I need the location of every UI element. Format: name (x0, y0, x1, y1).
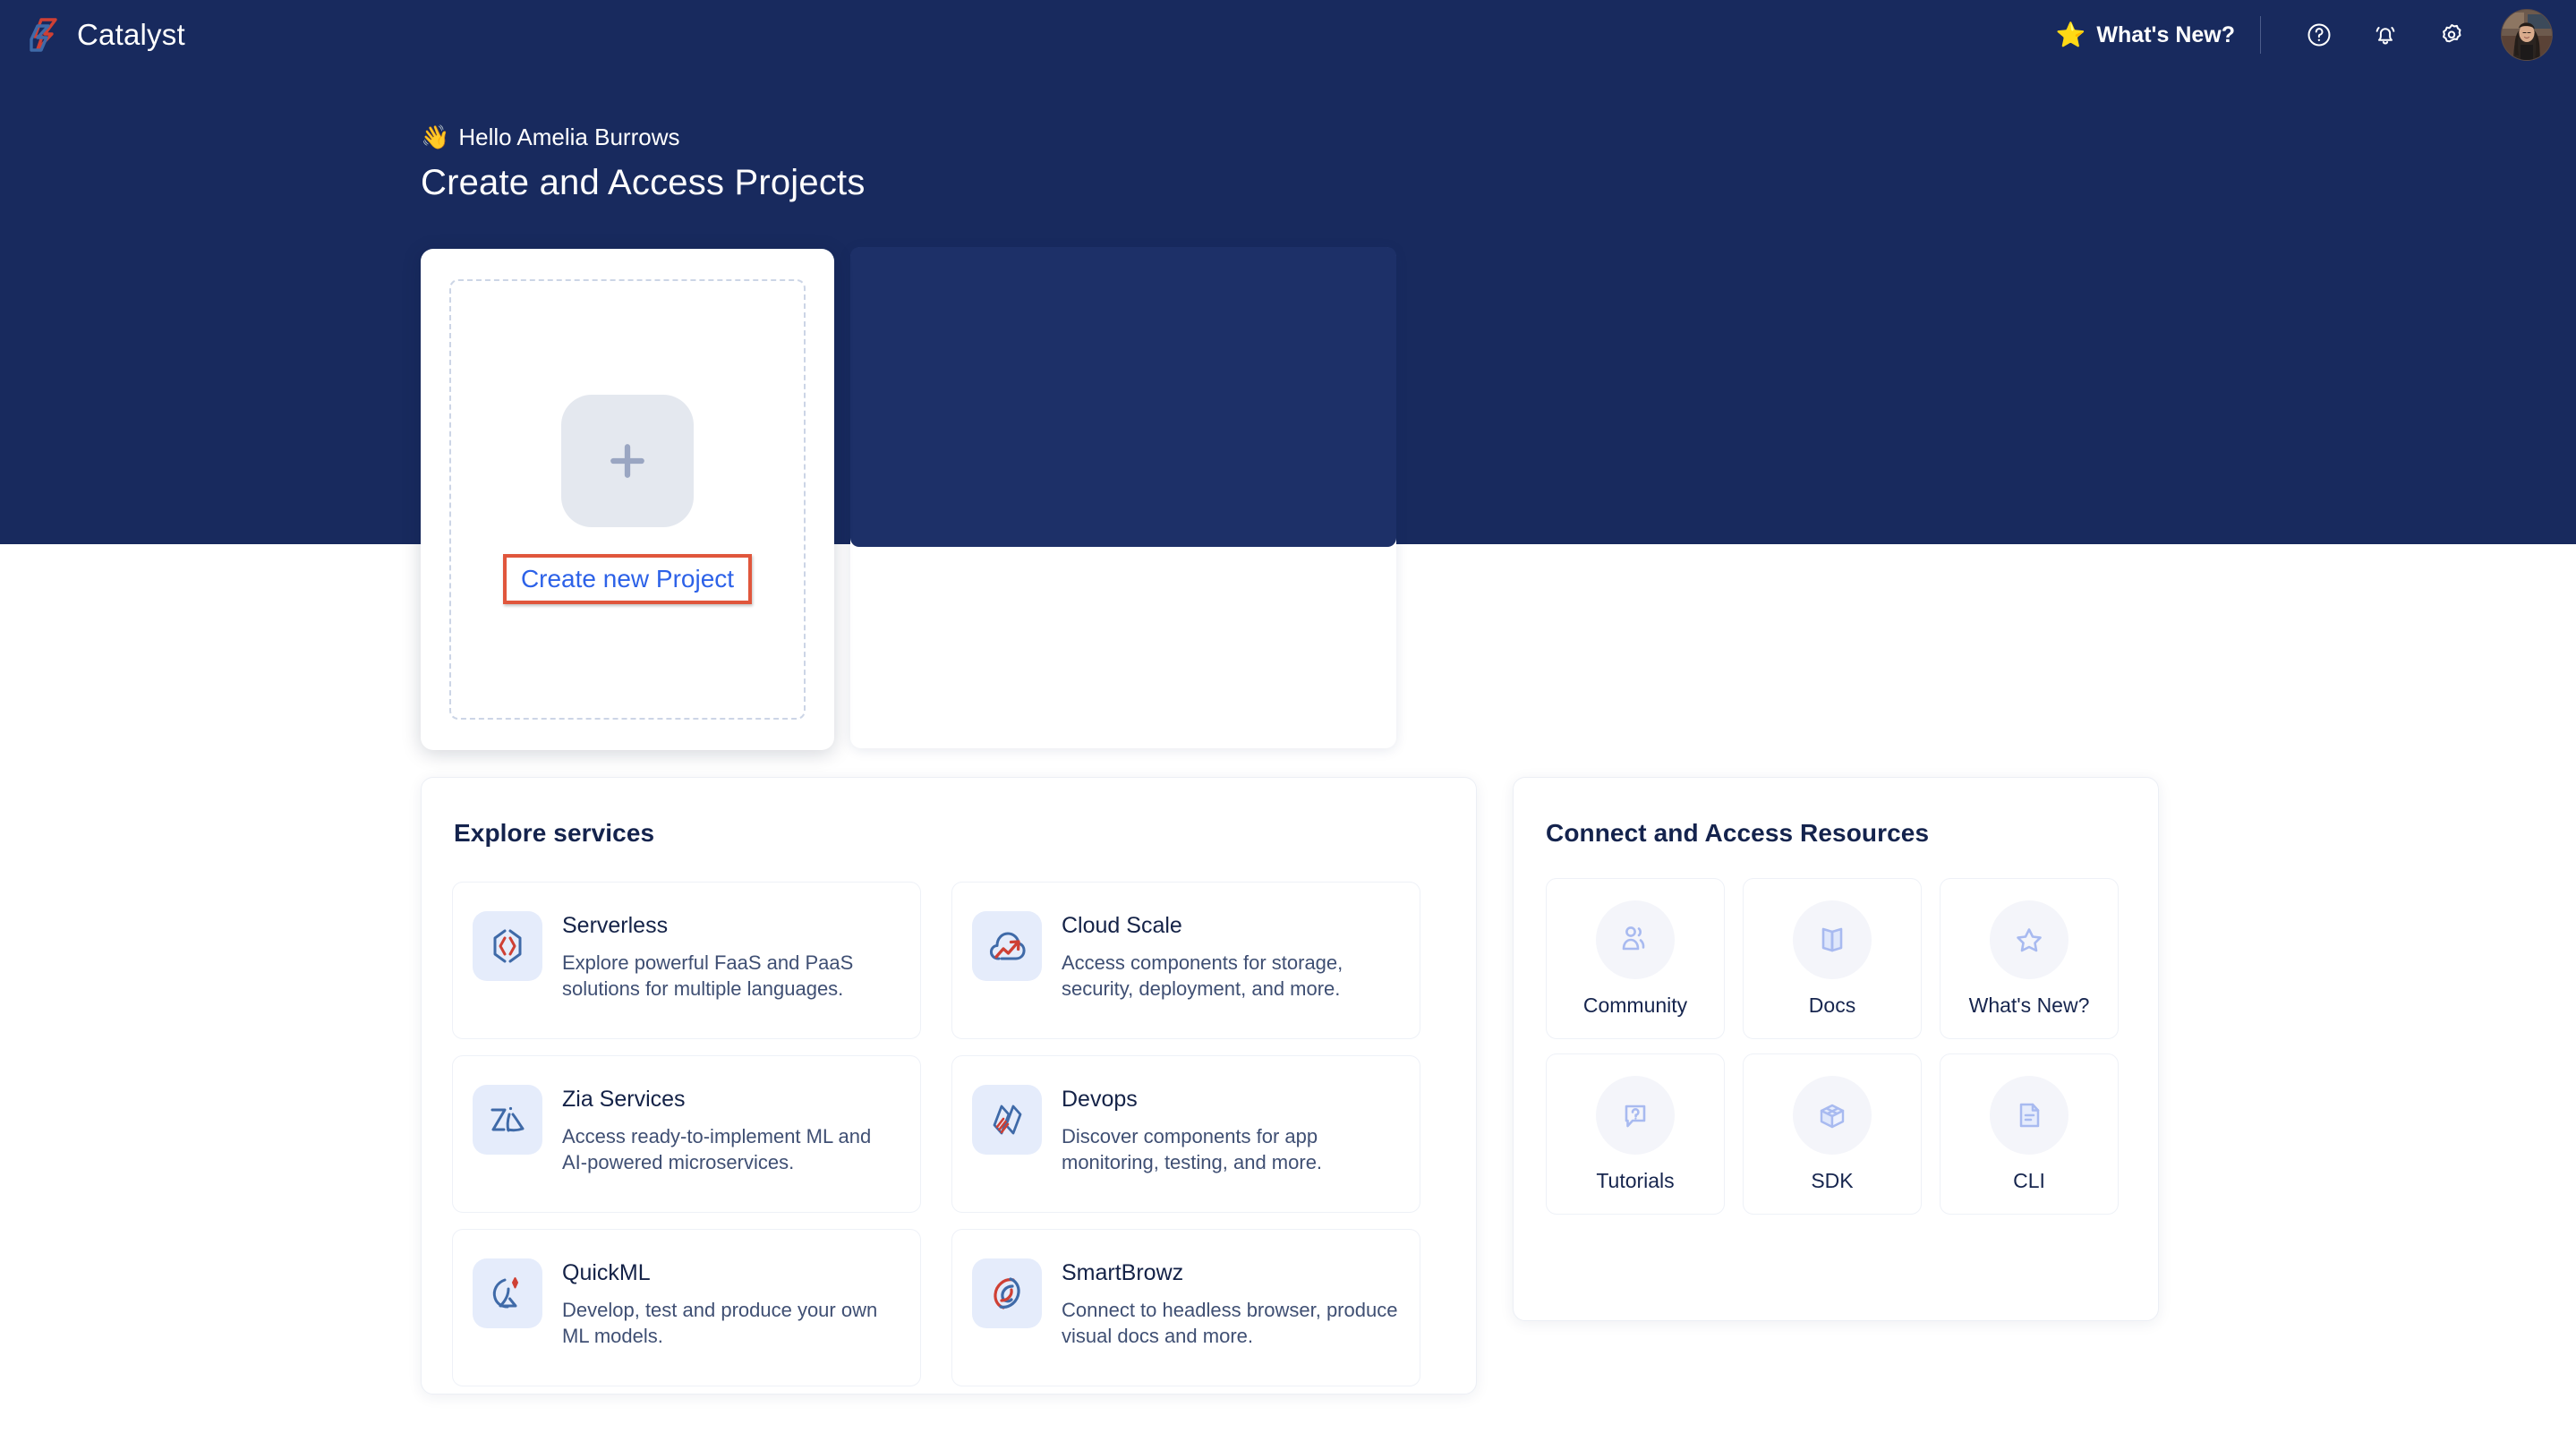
question-bubble-icon (1596, 1075, 1675, 1155)
help-circle-icon[interactable] (2295, 11, 2343, 59)
resource-card-cli[interactable]: CLI (1940, 1053, 2119, 1215)
resource-label: SDK (1811, 1168, 1854, 1192)
service-name: SmartBrowz (1062, 1260, 1184, 1285)
resource-card-sdk[interactable]: SDK (1743, 1053, 1922, 1215)
create-new-project-link[interactable]: Create new Project (521, 565, 734, 593)
project-card-skeleton (850, 247, 1396, 547)
service-card-devops[interactable]: Devops Discover components for app monit… (951, 1055, 1420, 1213)
service-description: Discover components for app monitoring, … (1062, 1125, 1323, 1174)
service-description: Access components for storage, security,… (1062, 951, 1343, 1001)
bell-icon[interactable] (2361, 11, 2410, 59)
cloud-arrow-icon (972, 911, 1042, 981)
resource-label: Tutorials (1596, 1168, 1675, 1192)
open-book-icon (1793, 900, 1872, 979)
service-name: Cloud Scale (1062, 913, 1182, 938)
connect-resources-panel: Connect and Access Resources Community D… (1513, 777, 2159, 1321)
resource-label: What's New? (1968, 993, 2090, 1017)
create-new-project-highlight: Create new Project (502, 554, 753, 604)
brand-logo-area[interactable]: Catalyst (23, 15, 185, 55)
resource-card-tutorials[interactable]: Tutorials (1546, 1053, 1725, 1215)
service-card-cloud-scale[interactable]: Cloud Scale Access components for storag… (951, 882, 1420, 1039)
service-name: Zia Services (562, 1087, 686, 1112)
service-description: Connect to headless browser, produce vis… (1062, 1299, 1398, 1348)
open-box-icon (1793, 1075, 1872, 1155)
resource-label: CLI (2013, 1168, 2045, 1192)
service-card-zia-services[interactable]: Zia Services Access ready-to-implement M… (452, 1055, 921, 1213)
service-description: Explore powerful FaaS and PaaS solutions… (562, 951, 854, 1001)
resource-label: Community (1582, 993, 1688, 1017)
people-icon (1596, 900, 1675, 979)
service-card-quickml[interactable]: QuickML Develop, test and produce your o… (452, 1229, 921, 1386)
whats-new-label: What's New? (2096, 21, 2235, 47)
quickml-flask-icon (473, 1258, 542, 1328)
greeting-line: 👋 Hello Amelia Burrows (421, 124, 679, 151)
service-description: Develop, test and produce your own ML mo… (562, 1299, 878, 1348)
explore-services-panel: Explore services Serverless Explore powe… (421, 777, 1477, 1395)
resource-card-community[interactable]: Community (1546, 878, 1725, 1039)
service-card-serverless[interactable]: Serverless Explore powerful FaaS and Paa… (452, 882, 921, 1039)
resource-label: Docs (1808, 993, 1856, 1017)
plus-icon[interactable] (561, 395, 694, 527)
create-new-project-card[interactable]: Create new Project (421, 249, 834, 750)
service-card-smartbrowz[interactable]: SmartBrowz Connect to headless browser, … (951, 1229, 1420, 1386)
resource-card-docs[interactable]: Docs (1743, 878, 1922, 1039)
toolbar-divider (2260, 16, 2261, 54)
brand-name: Catalyst (77, 18, 185, 51)
page-title: Create and Access Projects (421, 163, 866, 202)
resources-grid: Community Docs What's New? Tutorials SDK… (1546, 878, 2119, 1215)
connect-resources-title: Connect and Access Resources (1546, 819, 1930, 847)
user-avatar[interactable] (2501, 9, 2553, 61)
document-lines-icon (1990, 1075, 2068, 1155)
resource-card-whats-new[interactable]: What's New? (1940, 878, 2119, 1039)
star-outline-icon (1990, 900, 2068, 979)
greeting-text: Hello Amelia Burrows (458, 124, 680, 150)
service-name: QuickML (562, 1260, 651, 1285)
top-navigation-bar: Catalyst ⭐ What's New? (0, 0, 2576, 70)
smartbrowz-swirl-icon (972, 1258, 1042, 1328)
services-grid: Serverless Explore powerful FaaS and Paa… (452, 882, 1420, 1386)
star-icon: ⭐ (2055, 21, 2086, 48)
create-card-dashed-area: Create new Project (449, 279, 806, 720)
waving-hand-icon: 👋 (421, 124, 450, 150)
service-description: Access ready-to-implement ML and AI-powe… (562, 1125, 872, 1174)
service-name: Devops (1062, 1087, 1138, 1112)
service-name: Serverless (562, 913, 669, 938)
gear-icon[interactable] (2427, 11, 2476, 59)
zia-script-icon (473, 1085, 542, 1155)
catalyst-chevron-logo-icon (23, 15, 63, 55)
top-right-actions: ⭐ What's New? (2056, 0, 2553, 70)
code-brackets-icon (473, 911, 542, 981)
whats-new-button[interactable]: ⭐ What's New? (2056, 22, 2260, 48)
explore-services-title: Explore services (454, 819, 655, 847)
double-diamond-icon (972, 1085, 1042, 1155)
